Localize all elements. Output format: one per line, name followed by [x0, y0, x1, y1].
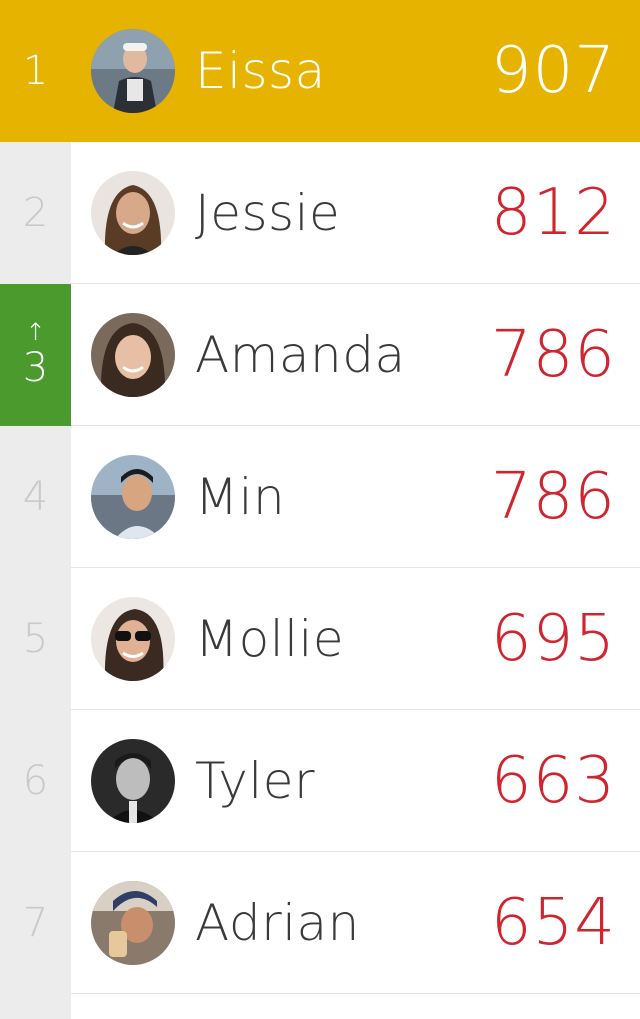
leaderboard-row[interactable]: 1 Eissa 907: [0, 0, 640, 142]
player-score: 654: [490, 886, 616, 960]
rank-number: 6: [22, 758, 49, 804]
row-body: Mollie 695: [71, 568, 640, 710]
row-body: Jessie 812: [71, 142, 640, 284]
avatar-photo: [91, 29, 175, 113]
rank-number: 4: [22, 474, 49, 520]
row-body: Eissa 907: [71, 0, 640, 142]
player-name: Eissa: [195, 42, 326, 100]
leaderboard-row[interactable]: 7 Adrian 654: [0, 852, 640, 994]
player-name: Min: [195, 468, 286, 526]
player-score: 695: [490, 602, 616, 676]
avatar: [91, 171, 175, 255]
row-body: Tyler 663: [71, 710, 640, 852]
rank-cell: 2: [0, 142, 71, 284]
rank-number: 1: [22, 48, 49, 94]
avatar-photo: [91, 313, 175, 397]
avatar-photo: [91, 597, 175, 681]
player-name: Tyler: [195, 752, 316, 810]
row-body: Adrian 654: [71, 852, 640, 994]
avatar: [91, 597, 175, 681]
leaderboard-row[interactable]: 2 Jessie 812: [0, 142, 640, 284]
avatar-photo: [91, 739, 175, 823]
avatar-photo: [91, 881, 175, 965]
rank-column-continuation: [0, 994, 71, 1019]
rank-cell: 7: [0, 852, 71, 994]
row-body: Min 786: [71, 426, 640, 568]
rank-cell: 4: [0, 426, 71, 568]
avatar: [91, 455, 175, 539]
avatar: [91, 881, 175, 965]
player-score: 812: [490, 176, 616, 250]
rank-cell: 5: [0, 568, 71, 710]
avatar-photo: [91, 171, 175, 255]
player-score: 786: [490, 318, 616, 392]
leaderboard: 1 Eissa 907 2 Jessie 812 ↑ 3 Amanda 786 …: [0, 0, 640, 1019]
player-name: Mollie: [195, 610, 345, 668]
rank-cell: 6: [0, 710, 71, 852]
avatar: [91, 313, 175, 397]
leaderboard-row[interactable]: 6 Tyler 663: [0, 710, 640, 852]
leaderboard-row[interactable]: 4 Min 786: [0, 426, 640, 568]
rank-cell: 1: [0, 0, 71, 142]
row-body: Amanda 786: [71, 284, 640, 426]
player-name: Adrian: [195, 894, 360, 952]
rank-up-arrow-icon: ↑: [25, 318, 46, 346]
avatar: [91, 29, 175, 113]
rank-number: 7: [22, 900, 49, 946]
rank-number: 5: [22, 616, 49, 662]
player-score: 663: [490, 744, 616, 818]
rank-cell: ↑ 3: [0, 284, 71, 426]
rank-number: 2: [22, 190, 49, 236]
leaderboard-row[interactable]: ↑ 3 Amanda 786: [0, 284, 640, 426]
avatar-photo: [91, 455, 175, 539]
player-score: 786: [490, 460, 616, 534]
player-name: Jessie: [195, 184, 341, 242]
player-name: Amanda: [195, 326, 406, 384]
player-score: 907: [490, 34, 616, 108]
leaderboard-row[interactable]: 5 Mollie 695: [0, 568, 640, 710]
rank-number: 3: [22, 345, 49, 391]
avatar: [91, 739, 175, 823]
